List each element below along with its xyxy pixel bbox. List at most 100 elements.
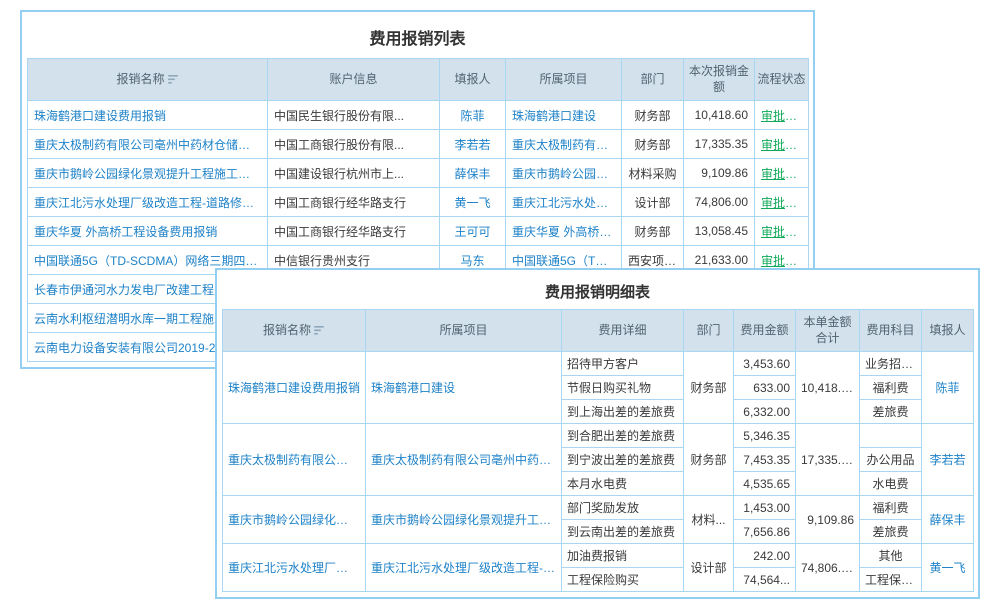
cell-project[interactable]: 重庆江北污水处理厂级改造工... <box>506 188 622 217</box>
cell-amount: 3,453.60 <box>734 352 796 376</box>
cell-report-name[interactable]: 重庆太极制药有限公司亳州中药材仓储物流基地项... <box>28 130 268 159</box>
expense-detail-table: 报销名称 所属项目 费用详细 部门 费用金额 本单金额合计 费用科目 填报人 珠… <box>222 309 974 592</box>
column-label: 费用详细 <box>598 323 646 337</box>
cell-status-link[interactable]: 审批通过 <box>755 101 809 130</box>
cell-project[interactable]: 重庆江北污水处理厂级改造工程-道路修复工... <box>366 544 562 592</box>
cell-expense-detail: 到云南出差的差旅费 <box>562 520 684 544</box>
cell-status-link[interactable]: 审批通过 <box>755 188 809 217</box>
column-header-report-name[interactable]: 报销名称 <box>223 310 366 352</box>
cell-category <box>860 424 922 448</box>
cell-filler[interactable]: 王可可 <box>440 217 506 246</box>
cell-report-name[interactable]: 重庆市鹅岭公园绿化景观提升工程施工费用报销 <box>28 159 268 188</box>
cell-amount: 7,453.35 <box>734 448 796 472</box>
cell-category: 福利费 <box>860 376 922 400</box>
cell-dept: 财务部 <box>622 217 684 246</box>
cell-total: 10,418.60 <box>796 352 860 424</box>
cell-filler[interactable]: 李若若 <box>440 130 506 159</box>
cell-amount: 74,806.00 <box>684 188 755 217</box>
cell-expense-detail: 到宁波出差的差旅费 <box>562 448 684 472</box>
column-header-amount: 费用金额 <box>734 310 796 352</box>
table-row: 珠海鹤港口建设费用报销 中国民生银行股份有限... 陈菲 珠海鹤港口建设 财务部… <box>28 101 809 130</box>
cell-category: 其他 <box>860 544 922 568</box>
cell-expense-detail: 工程保险购买 <box>562 568 684 592</box>
cell-expense-detail: 到合肥出差的差旅费 <box>562 424 684 448</box>
column-header-report-name[interactable]: 报销名称 <box>28 59 268 101</box>
column-header-filler: 填报人 <box>440 59 506 101</box>
table-row: 重庆江北污水处理厂级改造工程-... 重庆江北污水处理厂级改造工程-道路修复工.… <box>223 544 974 568</box>
cell-project[interactable]: 珠海鹤港口建设 <box>366 352 562 424</box>
cell-total: 17,335.35 <box>796 424 860 496</box>
cell-category: 差旅费 <box>860 400 922 424</box>
cell-total: 74,806.00 <box>796 544 860 592</box>
column-label: 填报人 <box>929 323 965 337</box>
cell-filler[interactable]: 薛保丰 <box>922 496 974 544</box>
cell-project[interactable]: 重庆太极制药有限公司亳州中药材仓储物流... <box>366 424 562 496</box>
column-label: 报销名称 <box>116 72 164 86</box>
cell-status-link[interactable]: 审批通过 <box>755 159 809 188</box>
cell-report-name[interactable]: 重庆江北污水处理厂级改造工程-... <box>223 544 366 592</box>
cell-report-name[interactable]: 珠海鹤港口建设费用报销 <box>28 101 268 130</box>
cell-total: 9,109.86 <box>796 496 860 544</box>
cell-expense-detail: 招待甲方客户 <box>562 352 684 376</box>
cell-amount: 1,453.00 <box>734 496 796 520</box>
column-header-expense-detail: 费用详细 <box>562 310 684 352</box>
table-row: 珠海鹤港口建设费用报销 珠海鹤港口建设 招待甲方客户 财务部 3,453.60 … <box>223 352 974 376</box>
table-row: 重庆市鹅岭公园绿化景观提升工... 重庆市鹅岭公园绿化景观提升工程施工 部门奖励… <box>223 496 974 520</box>
cell-amount: 13,058.45 <box>684 217 755 246</box>
cell-project[interactable]: 重庆太极制药有限公司亳州中... <box>506 130 622 159</box>
sort-icon[interactable] <box>314 326 325 335</box>
cell-dept: 财务部 <box>622 130 684 159</box>
cell-project[interactable]: 重庆市鹅岭公园绿化景观提升工程施工 <box>366 496 562 544</box>
cell-dept: 设计部 <box>684 544 734 592</box>
column-header-project: 所属项目 <box>506 59 622 101</box>
table-header-row: 报销名称 所属项目 费用详细 部门 费用金额 本单金额合计 费用科目 填报人 <box>223 310 974 352</box>
cell-filler[interactable]: 黄一飞 <box>922 544 974 592</box>
cell-expense-detail: 加油费报销 <box>562 544 684 568</box>
cell-dept: 财务部 <box>684 424 734 496</box>
cell-filler[interactable]: 薛保丰 <box>440 159 506 188</box>
column-header-dept: 部门 <box>622 59 684 101</box>
table-row: 重庆江北污水处理厂级改造工程-道路修复工程费用... 中国工商银行经华路支行 黄… <box>28 188 809 217</box>
detail-page-title: 费用报销明细表 <box>222 275 973 309</box>
cell-report-name[interactable]: 重庆市鹅岭公园绿化景观提升工... <box>223 496 366 544</box>
cell-filler[interactable]: 李若若 <box>922 424 974 496</box>
cell-project[interactable]: 重庆华夏 外高桥工程设备 <box>506 217 622 246</box>
column-label: 所属项目 <box>439 323 487 337</box>
cell-status-link[interactable]: 审批通过 <box>755 217 809 246</box>
cell-category: 工程保险费 <box>860 568 922 592</box>
cell-amount: 633.00 <box>734 376 796 400</box>
cell-category: 水电费 <box>860 472 922 496</box>
cell-report-name[interactable]: 重庆华夏 外高桥工程设备费用报销 <box>28 217 268 246</box>
cell-amount: 242.00 <box>734 544 796 568</box>
cell-expense-detail: 部门奖励发放 <box>562 496 684 520</box>
cell-account: 中国工商银行经华路支行 <box>268 217 440 246</box>
cell-project[interactable]: 珠海鹤港口建设 <box>506 101 622 130</box>
column-label: 费用科目 <box>866 323 914 337</box>
cell-amount: 9,109.86 <box>684 159 755 188</box>
cell-filler[interactable]: 陈菲 <box>440 101 506 130</box>
cell-expense-detail: 到上海出差的差旅费 <box>562 400 684 424</box>
cell-report-name[interactable]: 重庆太极制药有限公司亳州中药... <box>223 424 366 496</box>
cell-report-name[interactable]: 珠海鹤港口建设费用报销 <box>223 352 366 424</box>
cell-status-link[interactable]: 审批通过 <box>755 130 809 159</box>
column-label: 账户信息 <box>329 72 377 86</box>
cell-expense-detail: 本月水电费 <box>562 472 684 496</box>
cell-filler[interactable]: 陈菲 <box>922 352 974 424</box>
cell-expense-detail: 节假日购买礼物 <box>562 376 684 400</box>
column-header-category: 费用科目 <box>860 310 922 352</box>
table-row: 重庆太极制药有限公司亳州中药... 重庆太极制药有限公司亳州中药材仓储物流...… <box>223 424 974 448</box>
cell-amount: 7,656.86 <box>734 520 796 544</box>
cell-amount: 6,332.00 <box>734 400 796 424</box>
cell-project[interactable]: 重庆市鹅岭公园绿化景观提升... <box>506 159 622 188</box>
table-row: 重庆华夏 外高桥工程设备费用报销 中国工商银行经华路支行 王可可 重庆华夏 外高… <box>28 217 809 246</box>
column-label: 部门 <box>696 323 720 337</box>
column-label: 流程状态 <box>757 72 805 86</box>
column-label: 费用金额 <box>740 323 788 337</box>
cell-amount: 10,418.60 <box>684 101 755 130</box>
cell-filler[interactable]: 黄一飞 <box>440 188 506 217</box>
cell-report-name[interactable]: 重庆江北污水处理厂级改造工程-道路修复工程费用... <box>28 188 268 217</box>
cell-dept: 材料采购 <box>622 159 684 188</box>
table-row: 重庆市鹅岭公园绿化景观提升工程施工费用报销 中国建设银行杭州市上... 薛保丰 … <box>28 159 809 188</box>
sort-icon[interactable] <box>168 75 179 84</box>
column-label: 部门 <box>640 72 664 86</box>
